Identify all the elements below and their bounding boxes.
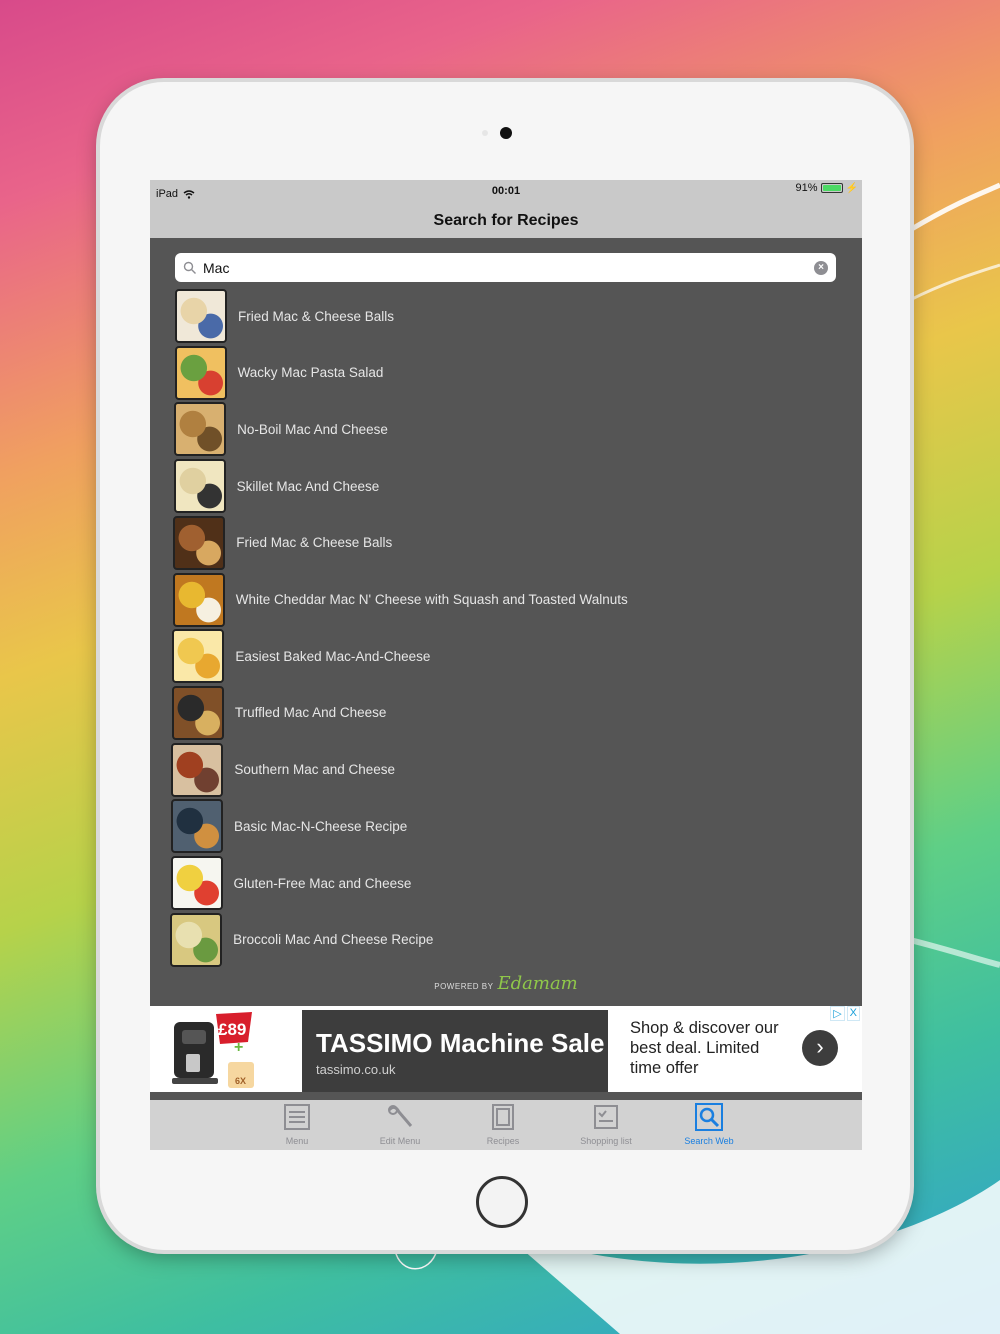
recipe-thumbnail[interactable] <box>172 629 225 684</box>
recipe-thumbnail[interactable] <box>171 742 224 797</box>
tab-label: Edit Menu <box>379 1136 421 1146</box>
front-camera <box>500 127 512 139</box>
ad-copy[interactable]: Shop & discover our best deal. Limited t… <box>630 1018 790 1078</box>
tab-menu[interactable]: Menu <box>246 1100 349 1150</box>
search-bar[interactable]: Mac × <box>175 253 836 282</box>
camera-sensor <box>482 130 488 136</box>
recipe-title[interactable]: Broccoli Mac And Cheese Recipe <box>233 932 433 947</box>
ad-pack-label: 6X <box>235 1076 247 1086</box>
recipe-title[interactable]: No-Boil Mac And Cheese <box>237 422 388 437</box>
recipe-title[interactable]: Fried Mac & Cheese Balls <box>236 535 392 550</box>
recipe-row[interactable]: Fried Mac & Cheese Balls <box>150 288 862 344</box>
app-screen: iPad 00:01 91% ⚡ Search for Recipes Mac … <box>150 180 862 1150</box>
tab-edit-menu[interactable]: Edit Menu <box>349 1100 452 1150</box>
search-icon <box>183 261 196 274</box>
edamam-logo: Edamam <box>497 973 578 994</box>
ad-title-panel[interactable]: TASSIMO Machine Sale tassimo.co.uk <box>302 1010 608 1092</box>
tab-label: Menu <box>285 1136 309 1146</box>
recipe-title[interactable]: Easiest Baked Mac-And-Cheese <box>235 649 430 664</box>
tab-shopping-list[interactable]: Shopping list <box>555 1100 658 1150</box>
recipe-row[interactable]: White Cheddar Mac N' Cheese with Squash … <box>150 572 860 628</box>
recipe-thumbnail[interactable] <box>170 799 223 854</box>
recipe-row[interactable]: Fried Mac & Cheese Balls <box>150 515 860 571</box>
recipe-title[interactable]: Wacky Mac Pasta Salad <box>238 365 384 380</box>
powered-by-edamam: POWERED BY Edamam <box>150 973 862 994</box>
status-time: 00:01 <box>491 185 521 197</box>
shopping-list-icon <box>594 1105 618 1129</box>
recipe-title[interactable]: White Cheddar Mac N' Cheese with Squash … <box>236 592 628 607</box>
page-title: Search for Recipes <box>150 202 862 238</box>
recipe-row[interactable]: Easiest Baked Mac-And-Cheese <box>150 628 859 684</box>
recipe-thumbnail[interactable] <box>170 912 223 967</box>
charging-icon: ⚡ <box>845 182 858 194</box>
recipe-thumbnail[interactable] <box>174 345 227 400</box>
recipe-thumbnail[interactable] <box>170 856 223 910</box>
clear-search-icon[interactable]: × <box>814 260 828 275</box>
recipe-row[interactable]: Southern Mac and Cheese <box>150 742 858 798</box>
recipe-thumbnail[interactable] <box>171 685 224 740</box>
tab-label: Shopping list <box>580 1136 632 1146</box>
ad-go-button[interactable]: › <box>802 1030 838 1066</box>
recipe-row[interactable]: No-Boil Mac And Cheese <box>150 401 861 457</box>
recipe-row[interactable]: Truffled Mac And Cheese <box>150 685 859 741</box>
battery-percent: 91% <box>795 182 818 194</box>
search-input[interactable]: Mac <box>203 260 814 276</box>
recipe-thumbnail[interactable] <box>173 459 226 514</box>
ad-close-icon[interactable]: X <box>846 1006 860 1021</box>
recipes-icon <box>492 1104 514 1130</box>
recipe-title[interactable]: Gluten-Free Mac and Cheese <box>234 876 412 891</box>
battery-icon <box>820 183 843 193</box>
recipe-thumbnail[interactable] <box>172 572 225 627</box>
recipe-thumbnail[interactable] <box>175 289 227 343</box>
search-web-icon <box>695 1103 723 1131</box>
recipe-row[interactable]: Broccoli Mac And Cheese Recipe <box>150 912 857 968</box>
tab-label: Recipes <box>486 1136 520 1146</box>
ad-choices[interactable]: ▷ X <box>830 1006 860 1021</box>
svg-text:+: + <box>234 1039 243 1056</box>
powered-by-label: POWERED BY <box>434 982 494 991</box>
recipe-title[interactable]: Skillet Mac And Cheese <box>237 479 380 494</box>
ad-domain[interactable]: tassimo.co.uk <box>316 1062 395 1077</box>
results-list[interactable]: Fried Mac & Cheese Balls Wacky Mac Pasta … <box>150 288 862 968</box>
recipe-title[interactable]: Southern Mac and Cheese <box>234 762 395 777</box>
menu-icon <box>284 1104 310 1130</box>
coffee-machine-image: + <box>172 1012 254 1088</box>
adchoices-icon[interactable]: ▷ <box>830 1006 845 1021</box>
recipe-row[interactable]: Wacky Mac Pasta Salad <box>150 345 862 401</box>
tab-label: Search Web <box>684 1136 734 1146</box>
ad-title[interactable]: TASSIMO Machine Sale <box>316 1028 604 1059</box>
recipe-title[interactable]: Fried Mac & Cheese Balls <box>238 309 394 324</box>
tab-search-web[interactable]: Search Web <box>658 1100 761 1150</box>
ad-product-image[interactable]: + £89 6X <box>150 1006 302 1092</box>
status-bar: iPad 00:01 91% ⚡ <box>150 180 862 202</box>
recipe-row[interactable]: Skillet Mac And Cheese <box>150 458 861 514</box>
recipe-row[interactable]: Gluten-Free Mac and Cheese <box>150 855 858 911</box>
tab-bar: Menu Edit Menu Recipes Shopping list Search … <box>150 1100 862 1150</box>
recipe-title[interactable]: Truffled Mac And Cheese <box>235 705 387 720</box>
tab-recipes[interactable]: Recipes <box>452 1100 555 1150</box>
edit-menu-icon <box>387 1105 413 1127</box>
ad-banner[interactable]: + £89 6X TASSIMO Machine Sale tassimo.co… <box>150 1006 862 1092</box>
recipe-thumbnail[interactable] <box>173 515 226 570</box>
ad-price-badge: £89 <box>218 1020 247 1039</box>
recipe-title[interactable]: Basic Mac-N-Cheese Recipe <box>234 819 407 834</box>
recipe-thumbnail[interactable] <box>174 402 227 457</box>
home-button[interactable] <box>476 1176 528 1228</box>
recipe-row[interactable]: Basic Mac-N-Cheese Recipe <box>150 798 858 854</box>
